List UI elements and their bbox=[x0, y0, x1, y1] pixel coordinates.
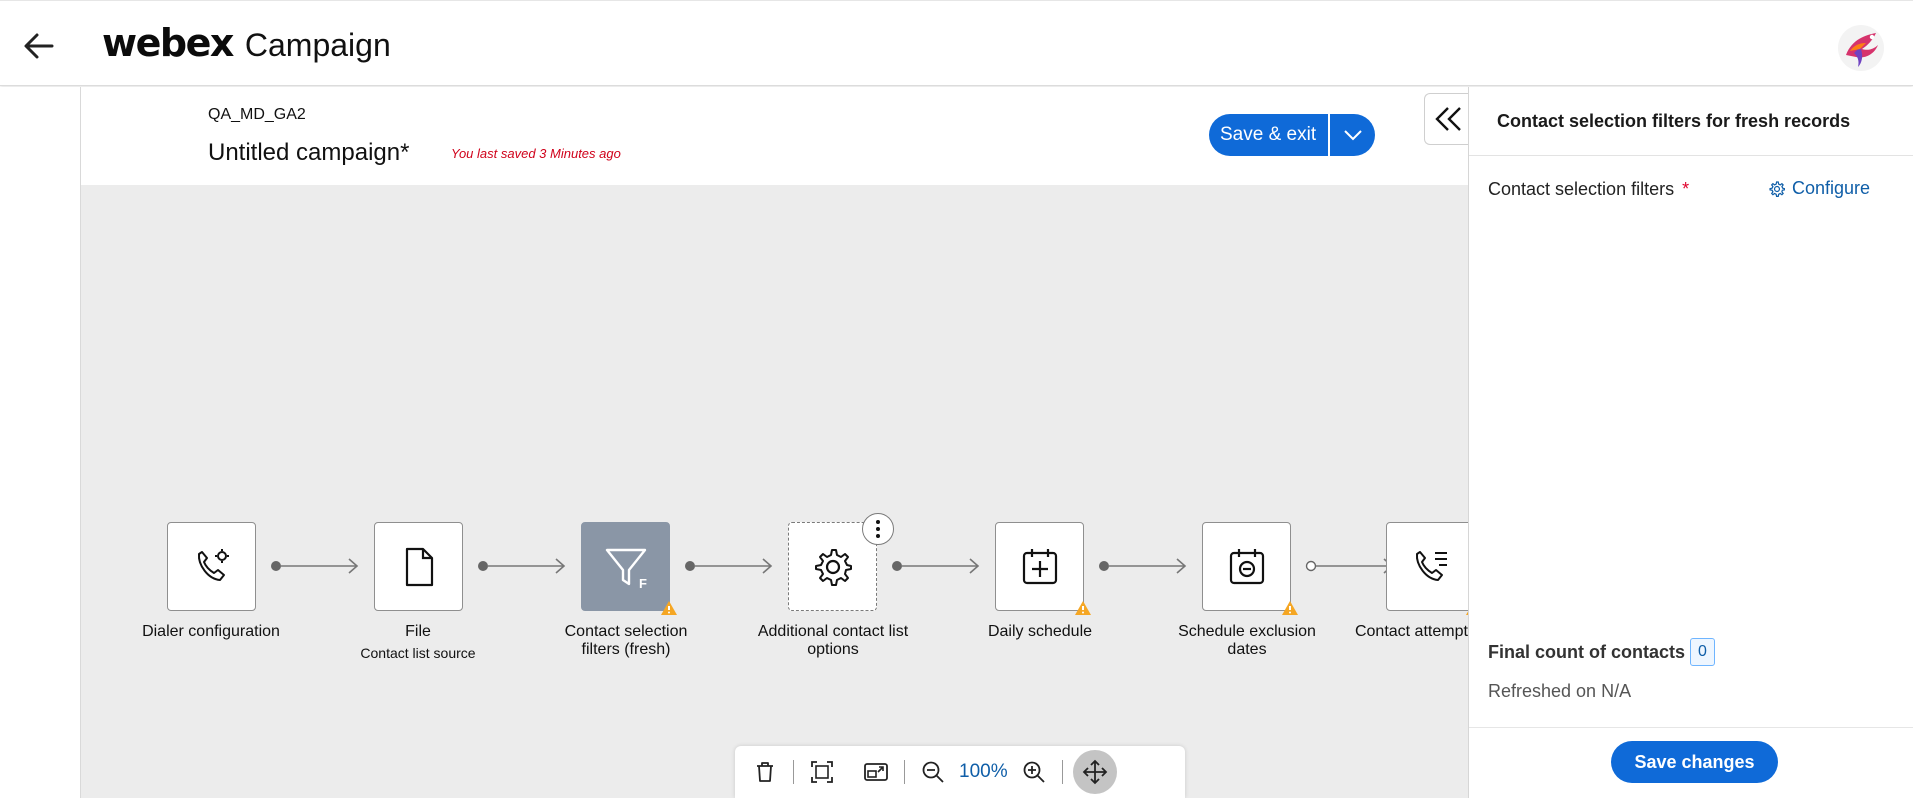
connector-arrow bbox=[478, 558, 566, 574]
save-changes-button[interactable]: Save changes bbox=[1611, 741, 1778, 783]
final-count-of-contacts: Final count of contacts 0 bbox=[1488, 638, 1715, 666]
filter-icon: F bbox=[605, 548, 647, 591]
kebab-menu-icon bbox=[876, 520, 880, 538]
zoom-out-button[interactable] bbox=[915, 754, 951, 790]
minimap-icon bbox=[864, 763, 888, 781]
app-name: Campaign bbox=[244, 27, 391, 63]
node-label: Contact selection filters (fresh) bbox=[564, 623, 688, 658]
fit-screen-icon bbox=[811, 761, 833, 783]
campaign-code: QA_MD_GA2 bbox=[208, 106, 306, 123]
trash-icon bbox=[757, 762, 773, 782]
gear-icon bbox=[814, 548, 852, 586]
save-exit-split-button: Save & exit bbox=[1209, 114, 1376, 156]
flow-node-contact-selection-filters[interactable]: F bbox=[581, 522, 677, 615]
save-options-dropdown[interactable] bbox=[1330, 114, 1376, 156]
double-chevron-left-icon bbox=[1434, 107, 1461, 131]
flow-node-file[interactable] bbox=[374, 522, 463, 611]
toolbar-divider bbox=[904, 760, 905, 784]
flow-node-dialer-configuration[interactable] bbox=[167, 522, 256, 611]
gear-icon bbox=[1769, 180, 1785, 197]
brand-logo: webex bbox=[102, 21, 234, 65]
campaign-header: QA_MD_GA2 Untitled campaign* You last sa… bbox=[81, 87, 1468, 185]
node-label: Daily schedule bbox=[987, 623, 1093, 640]
canvas-toolbar: 100% bbox=[735, 746, 1185, 798]
flow-canvas[interactable]: Dialer configuration File Contact list s… bbox=[81, 185, 1468, 798]
file-icon bbox=[405, 547, 433, 586]
node-label: Contact attempts stra bbox=[1354, 623, 1468, 640]
pan-tool-button[interactable] bbox=[1072, 750, 1117, 794]
zoom-in-button[interactable] bbox=[1016, 754, 1052, 790]
avatar[interactable] bbox=[1838, 25, 1884, 71]
zoom-level: 100% bbox=[959, 761, 1008, 782]
phone-list-icon bbox=[1415, 550, 1447, 581]
svg-text:F: F bbox=[639, 576, 647, 591]
flow-node-schedule-exclusion-dates[interactable] bbox=[1202, 522, 1298, 615]
fit-to-screen-button[interactable] bbox=[804, 754, 840, 790]
node-more-options-button[interactable] bbox=[862, 513, 894, 545]
warning-icon bbox=[1075, 601, 1091, 615]
contact-selection-filters-label: Contact selection filters * bbox=[1488, 179, 1690, 199]
app-header: webex Campaign bbox=[0, 0, 1913, 86]
panel-title: Contact selection filters for fresh reco… bbox=[1497, 111, 1851, 131]
node-label: Additional contact list options bbox=[757, 623, 909, 658]
campaign-name[interactable]: Untitled campaign* bbox=[208, 139, 409, 167]
left-rail bbox=[0, 87, 81, 798]
warning-icon bbox=[661, 601, 677, 615]
connector-arrow bbox=[1099, 558, 1187, 574]
toolbar-divider bbox=[793, 760, 794, 784]
minimap-button[interactable] bbox=[858, 754, 894, 790]
pan-icon bbox=[1082, 759, 1107, 785]
node-label: File Contact list source bbox=[338, 623, 498, 662]
required-marker: * bbox=[1682, 179, 1690, 199]
calendar-add-icon bbox=[1022, 548, 1057, 584]
refreshed-status: Refreshed on N/A bbox=[1488, 681, 1632, 701]
warning-icon bbox=[1282, 601, 1298, 615]
last-saved-status: You last saved 3 Minutes ago bbox=[451, 146, 621, 161]
connector-arrow bbox=[685, 558, 773, 574]
calendar-minus-icon bbox=[1229, 548, 1264, 584]
collapse-panel-button[interactable] bbox=[1424, 93, 1470, 145]
phone-settings-icon bbox=[197, 548, 229, 581]
properties-panel: Contact selection filters for fresh reco… bbox=[1468, 87, 1913, 798]
zoom-in-icon bbox=[1023, 761, 1045, 783]
divider bbox=[1469, 155, 1913, 156]
node-label: Schedule exclusion dates bbox=[1178, 623, 1316, 658]
toolbar-divider bbox=[1061, 760, 1063, 784]
brand: webex Campaign bbox=[102, 21, 391, 65]
save-exit-button[interactable]: Save & exit bbox=[1209, 114, 1331, 156]
final-count-badge: 0 bbox=[1690, 638, 1715, 666]
chevron-down-icon bbox=[1343, 130, 1362, 141]
node-label: Dialer configuration bbox=[142, 623, 280, 640]
node-sublabel: Contact list source bbox=[360, 645, 476, 661]
back-arrow-icon[interactable] bbox=[22, 29, 56, 63]
delete-button[interactable] bbox=[747, 754, 783, 790]
connector-arrow bbox=[271, 558, 359, 574]
zoom-out-icon bbox=[922, 761, 944, 783]
flow-node-daily-schedule[interactable] bbox=[995, 522, 1091, 615]
configure-link[interactable]: Configure bbox=[1768, 178, 1870, 199]
connector-arrow bbox=[892, 558, 980, 574]
divider bbox=[1469, 727, 1913, 728]
flow-node-contact-attempts-strategy[interactable] bbox=[1386, 522, 1468, 615]
